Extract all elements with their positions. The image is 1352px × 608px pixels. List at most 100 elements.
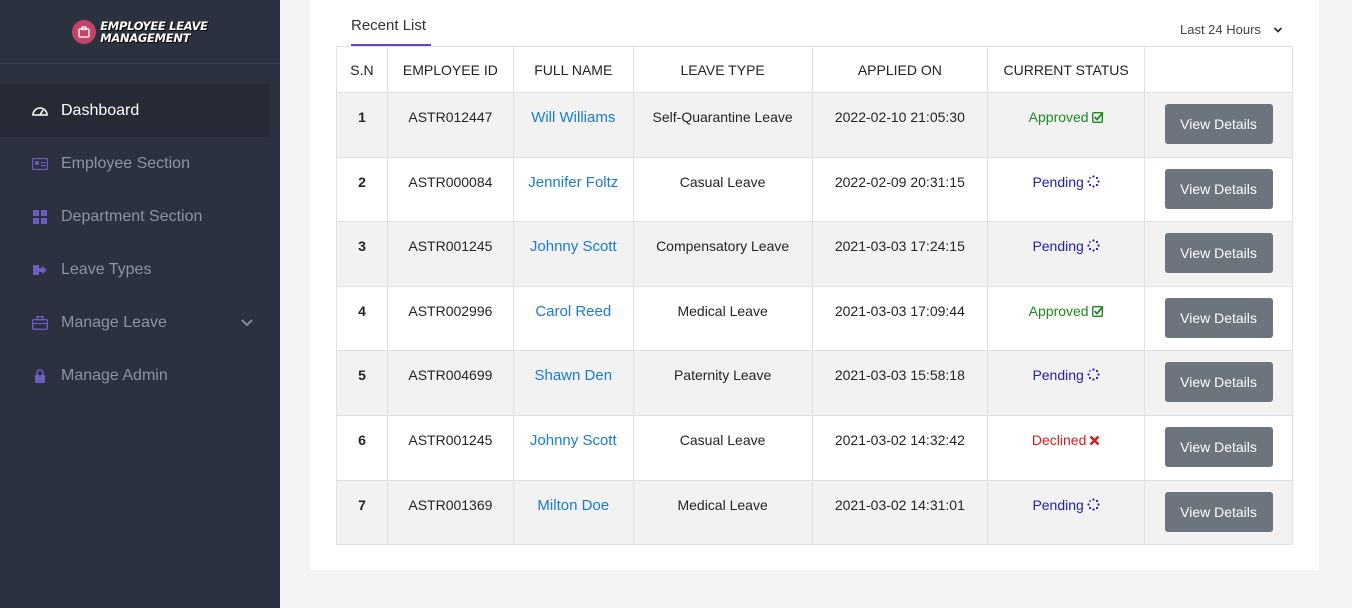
cell-employee-id: ASTR001369 <box>386 479 514 546</box>
time-filter-value: Last 24 Hours <box>1180 22 1261 37</box>
briefcase-logo-icon <box>72 19 97 44</box>
status-label: Pending <box>1032 496 1084 513</box>
cell-employee-id: ASTR000084 <box>386 156 514 223</box>
spinner-icon <box>1087 497 1100 511</box>
table-row: 4 ASTR002996 Carol Reed Medical Leave 2021-0… <box>336 285 1293 352</box>
employee-name-link[interactable]: Milton Doe <box>512 479 634 546</box>
status-badge: Pending <box>987 350 1146 416</box>
sidebar-nav: Dashboard Employee Section Department Se… <box>0 84 280 402</box>
status-label: Approved <box>1028 302 1089 319</box>
sidebar-item-employee-section[interactable]: Employee Section <box>0 137 280 190</box>
cell-leave-type: Paternity Leave <box>632 350 813 416</box>
status-label: Pending <box>1032 238 1084 255</box>
spinner-icon <box>1087 368 1100 381</box>
column-header-employee-id: EMPLOYEE ID <box>386 46 514 93</box>
status-badge: Declined <box>987 414 1146 481</box>
cell-employee-id: ASTR002996 <box>386 285 514 352</box>
status-label: Declined <box>1031 431 1087 448</box>
employee-name-link[interactable]: Johnny Scott <box>512 414 634 481</box>
cell-leave-type: Self-Quarantine Leave <box>632 92 813 158</box>
id-card-icon <box>31 155 49 173</box>
tab-recent-list[interactable]: Recent List <box>351 17 426 34</box>
cell-applied-on: 2021-03-02 14:31:01 <box>811 479 989 546</box>
column-header-current-status: CURRENT STATUS <box>987 46 1146 93</box>
cell-applied-on: 2021-03-03 17:24:15 <box>811 221 989 287</box>
status-label: Approved <box>1028 109 1089 125</box>
status-badge: Approved <box>987 285 1146 352</box>
page-bottom <box>280 600 1352 608</box>
cell-sn: 5 <box>336 350 388 416</box>
employee-name-link[interactable]: Will Williams <box>512 92 634 158</box>
sidebar-item-leave-types[interactable]: Leave Types <box>0 243 280 296</box>
cell-action: View Details <box>1144 479 1293 546</box>
cell-action: View Details <box>1144 156 1293 223</box>
cell-action: View Details <box>1144 414 1293 481</box>
cell-leave-type: Casual Leave <box>632 156 813 223</box>
column-header-leave-type: LEAVE TYPE <box>632 46 813 93</box>
employee-name-link[interactable]: Johnny Scott <box>512 221 634 287</box>
cell-action: View Details <box>1144 350 1293 416</box>
cell-leave-type: Casual Leave <box>632 414 813 481</box>
view-details-button[interactable]: View Details <box>1164 233 1273 274</box>
cell-action: View Details <box>1144 285 1293 352</box>
check-square-icon <box>1091 305 1104 317</box>
sidebar-item-manage-leave[interactable]: Manage Leave <box>0 296 280 349</box>
cell-sn: 4 <box>336 285 388 352</box>
grid-icon <box>31 208 49 226</box>
table-row: 1 ASTR012447 Will Williams Self-Quarantine … <box>336 92 1293 158</box>
sidebar-item-manage-admin[interactable]: Manage Admin <box>0 349 280 402</box>
cell-leave-type: Compensatory Leave <box>632 221 813 287</box>
sidebar-item-dashboard[interactable]: Dashboard <box>0 84 270 137</box>
status-badge: Approved <box>987 92 1146 158</box>
sidebar-item-label: Manage Admin <box>61 366 168 384</box>
cell-employee-id: ASTR004699 <box>386 350 514 416</box>
cell-employee-id: ASTR001245 <box>386 221 514 287</box>
sidebar-item-department-section[interactable]: Department Section <box>0 190 280 243</box>
view-details-button[interactable]: View Details <box>1164 297 1273 338</box>
view-details-button[interactable]: View Details <box>1164 491 1273 532</box>
employee-name-link[interactable]: Jennifer Foltz <box>512 156 634 223</box>
sidebar-item-label: Department Section <box>61 207 203 225</box>
sidebar-item-label: Manage Leave <box>61 313 167 331</box>
cell-sn: 2 <box>336 156 388 223</box>
cell-sn: 7 <box>336 479 388 546</box>
view-details-button[interactable]: View Details <box>1164 104 1273 144</box>
sidebar: Employee Leave Management Dashboard Empl… <box>0 0 280 608</box>
cell-leave-type: Medical Leave <box>632 285 813 352</box>
check-square-icon <box>1091 111 1104 123</box>
time-filter-select[interactable]: Last 24 Hours <box>1180 22 1283 37</box>
app-logo[interactable]: Employee Leave Management <box>0 0 280 64</box>
briefcase-icon <box>31 314 49 332</box>
cell-sn: 3 <box>336 221 388 287</box>
cell-applied-on: 2022-02-10 21:05:30 <box>811 92 989 158</box>
cell-employee-id: ASTR001245 <box>386 414 514 481</box>
lock-icon <box>31 367 49 385</box>
cell-action: View Details <box>1144 92 1293 158</box>
logo-line1: Employee Leave <box>100 18 208 33</box>
chevron-down-icon[interactable] <box>240 314 254 332</box>
chevron-down-icon <box>1273 22 1283 37</box>
table-row: 7 ASTR001369 Milton Doe Medical Leave 2021-0… <box>336 479 1293 546</box>
status-label: Pending <box>1032 173 1084 190</box>
view-details-button[interactable]: View Details <box>1164 362 1273 403</box>
view-details-button[interactable]: View Details <box>1164 168 1273 209</box>
table-row: 3 ASTR001245 Johnny Scott Compensatory Leav… <box>336 221 1293 287</box>
column-header-full-name: FULL NAME <box>512 46 634 93</box>
view-details-button[interactable]: View Details <box>1164 426 1273 467</box>
column-header-action <box>1144 46 1293 93</box>
cell-sn: 1 <box>336 92 388 158</box>
logo-line2: Management <box>100 30 191 45</box>
table-header-row: S.N EMPLOYEE ID FULL NAME LEAVE TYPE APP… <box>336 46 1293 93</box>
table-row: 2 ASTR000084 Jennifer Foltz Casual Leave 202… <box>336 156 1293 223</box>
cell-applied-on: 2021-03-03 15:58:18 <box>811 350 989 416</box>
employee-name-link[interactable]: Shawn Den <box>512 350 634 416</box>
employee-name-link[interactable]: Carol Reed <box>512 285 634 352</box>
gauge-icon <box>31 102 49 120</box>
column-header-applied-on: APPLIED ON <box>811 46 989 93</box>
sidebar-item-label: Dashboard <box>61 101 140 119</box>
column-header-sn: S.N <box>336 46 388 93</box>
spinner-icon <box>1087 174 1100 188</box>
table-row: 5 ASTR004699 Shawn Den Paternity Leave 2021-… <box>336 350 1293 416</box>
sign-out-icon <box>31 261 49 279</box>
table-row: 6 ASTR001245 Johnny Scott Casual Leave 2021-… <box>336 414 1293 481</box>
